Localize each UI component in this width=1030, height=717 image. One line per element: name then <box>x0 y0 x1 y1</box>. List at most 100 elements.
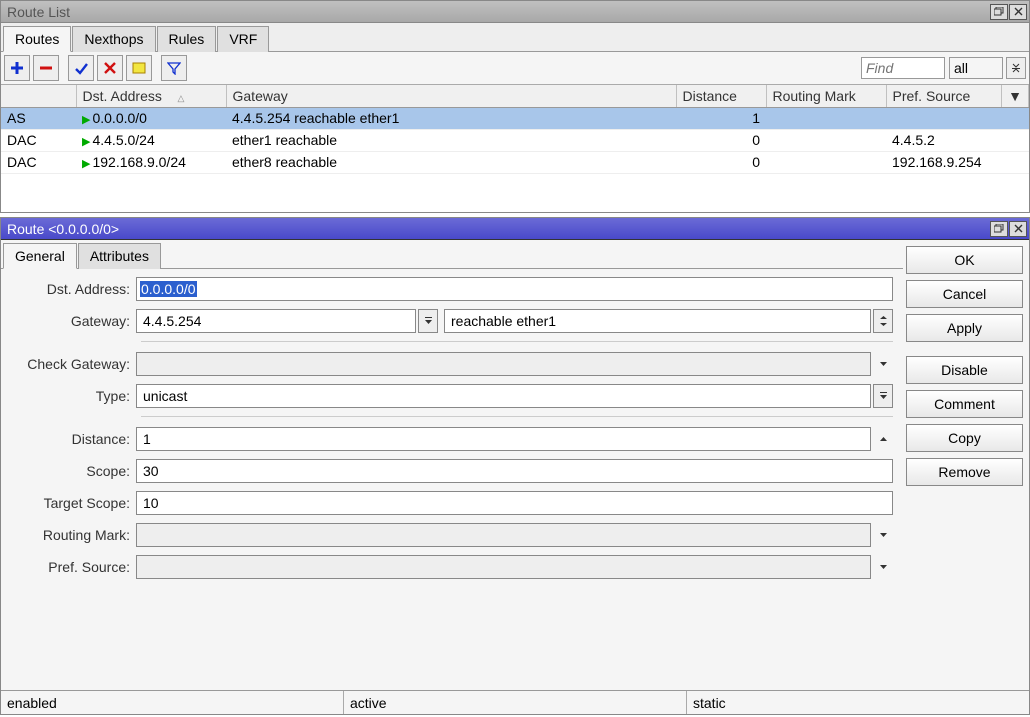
tab-nexthops[interactable]: Nexthops <box>72 26 155 52</box>
filter-dropdown-button[interactable] <box>1006 57 1026 79</box>
remove-button[interactable] <box>33 55 59 81</box>
type-input[interactable] <box>136 384 871 408</box>
routes-table: Dst. Address △ Gateway Distance Routing … <box>1 85 1029 174</box>
routing-mark-input[interactable] <box>136 523 871 547</box>
type-label: Type: <box>11 388 136 404</box>
cell-flags: DAC <box>1 129 76 151</box>
col-menu-button[interactable]: ▼ <box>1002 85 1029 107</box>
gateway-label: Gateway: <box>11 313 136 329</box>
route-dialog-titlebar: Route <0.0.0.0/0> <box>1 218 1029 240</box>
route-list-toolbar: all <box>1 52 1029 85</box>
route-dialog-tabbar: General Attributes <box>1 240 903 269</box>
restore-button[interactable] <box>990 221 1008 237</box>
route-list-window: Route List Routes Nexthops Rules VRF <box>0 0 1030 213</box>
distance-input[interactable] <box>136 427 871 451</box>
target-scope-input[interactable] <box>136 491 893 515</box>
route-dialog-title: Route <0.0.0.0/0> <box>7 221 989 237</box>
gateway-status: reachable ether1 <box>444 309 871 333</box>
dst-address-label: Dst. Address: <box>11 281 136 297</box>
close-button[interactable] <box>1009 221 1027 237</box>
table-row[interactable]: DAC ▶192.168.9.0/24 ether8 reachable 0 1… <box>1 151 1029 173</box>
cell-flags: AS <box>1 107 76 129</box>
status-active: active <box>344 691 687 714</box>
add-button[interactable] <box>4 55 30 81</box>
route-dialog-statusbar: enabled active static <box>1 690 1029 714</box>
col-flags[interactable] <box>1 85 76 107</box>
route-dialog-left-panel: General Attributes Dst. Address: 0.0.0.0… <box>1 240 903 690</box>
status-static: static <box>687 691 1029 714</box>
cell-distance: 0 <box>676 129 766 151</box>
dst-address-input[interactable]: 0.0.0.0/0 <box>136 277 893 301</box>
target-scope-label: Target Scope: <box>11 495 136 511</box>
table-row[interactable]: DAC ▶4.4.5.0/24 ether1 reachable 0 4.4.5… <box>1 129 1029 151</box>
active-icon: ▶ <box>82 135 90 148</box>
cancel-button[interactable]: Cancel <box>906 280 1023 308</box>
check-gateway-expand-button[interactable] <box>873 352 893 376</box>
pref-source-label: Pref. Source: <box>11 559 136 575</box>
comment-button[interactable]: Comment <box>906 390 1023 418</box>
find-input[interactable] <box>861 57 945 79</box>
restore-button[interactable] <box>990 4 1008 20</box>
status-enabled: enabled <box>1 691 344 714</box>
cell-routing-mark <box>766 151 886 173</box>
routing-mark-label: Routing Mark: <box>11 527 136 543</box>
pref-source-expand-button[interactable] <box>873 555 893 579</box>
distance-collapse-button[interactable] <box>873 427 893 451</box>
gateway-dropdown-button[interactable] <box>418 309 438 333</box>
route-dialog-body: General Attributes Dst. Address: 0.0.0.0… <box>1 240 1029 690</box>
distance-label: Distance: <box>11 431 136 447</box>
comment-button[interactable] <box>126 55 152 81</box>
ok-button[interactable]: OK <box>906 246 1023 274</box>
tab-general[interactable]: General <box>3 243 77 269</box>
route-dialog-form: Dst. Address: 0.0.0.0/0 Gateway: reachab… <box>1 269 903 597</box>
copy-button[interactable]: Copy <box>906 424 1023 452</box>
cell-dst: ▶0.0.0.0/0 <box>76 107 226 129</box>
gateway-updown-button[interactable] <box>873 309 893 333</box>
col-pref-source[interactable]: Pref. Source <box>886 85 1002 107</box>
apply-button[interactable]: Apply <box>906 314 1023 342</box>
cell-gateway: 4.4.5.254 reachable ether1 <box>226 107 676 129</box>
col-distance[interactable]: Distance <box>676 85 766 107</box>
cell-flags: DAC <box>1 151 76 173</box>
cell-distance: 1 <box>676 107 766 129</box>
type-dropdown-button[interactable] <box>873 384 893 408</box>
col-dst-address[interactable]: Dst. Address △ <box>76 85 226 107</box>
check-gateway-label: Check Gateway: <box>11 356 136 372</box>
cell-pref-source: 4.4.5.2 <box>886 129 1029 151</box>
cell-gateway: ether8 reachable <box>226 151 676 173</box>
cell-gateway: ether1 reachable <box>226 129 676 151</box>
disable-button[interactable]: Disable <box>906 356 1023 384</box>
disable-button[interactable] <box>97 55 123 81</box>
filter-all-select[interactable]: all <box>949 57 1003 79</box>
route-list-titlebar: Route List <box>1 1 1029 23</box>
check-gateway-input[interactable] <box>136 352 871 376</box>
tab-vrf[interactable]: VRF <box>217 26 269 52</box>
tab-rules[interactable]: Rules <box>157 26 217 52</box>
table-row[interactable]: AS ▶0.0.0.0/0 4.4.5.254 reachable ether1… <box>1 107 1029 129</box>
route-dialog-right-panel: OK Cancel Apply Disable Comment Copy Rem… <box>903 240 1029 690</box>
enable-button[interactable] <box>68 55 94 81</box>
pref-source-input[interactable] <box>136 555 871 579</box>
close-button[interactable] <box>1009 4 1027 20</box>
tab-routes[interactable]: Routes <box>3 26 71 52</box>
cell-dst: ▶4.4.5.0/24 <box>76 129 226 151</box>
route-list-title: Route List <box>7 4 989 20</box>
active-icon: ▶ <box>82 157 90 170</box>
gateway-input[interactable] <box>136 309 416 333</box>
cell-distance: 0 <box>676 151 766 173</box>
cell-dst: ▶192.168.9.0/24 <box>76 151 226 173</box>
remove-button[interactable]: Remove <box>906 458 1023 486</box>
tab-attributes[interactable]: Attributes <box>78 243 161 269</box>
col-gateway[interactable]: Gateway <box>226 85 676 107</box>
col-routing-mark[interactable]: Routing Mark <box>766 85 886 107</box>
routing-mark-expand-button[interactable] <box>873 523 893 547</box>
cell-pref-source: 192.168.9.254 <box>886 151 1029 173</box>
cell-pref-source <box>886 107 1029 129</box>
route-dialog-window: Route <0.0.0.0/0> General Attributes Dst… <box>0 217 1030 715</box>
filter-button[interactable] <box>161 55 187 81</box>
cell-routing-mark <box>766 107 886 129</box>
filter-all-label: all <box>954 60 968 76</box>
scope-label: Scope: <box>11 463 136 479</box>
active-icon: ▶ <box>82 113 90 126</box>
scope-input[interactable] <box>136 459 893 483</box>
